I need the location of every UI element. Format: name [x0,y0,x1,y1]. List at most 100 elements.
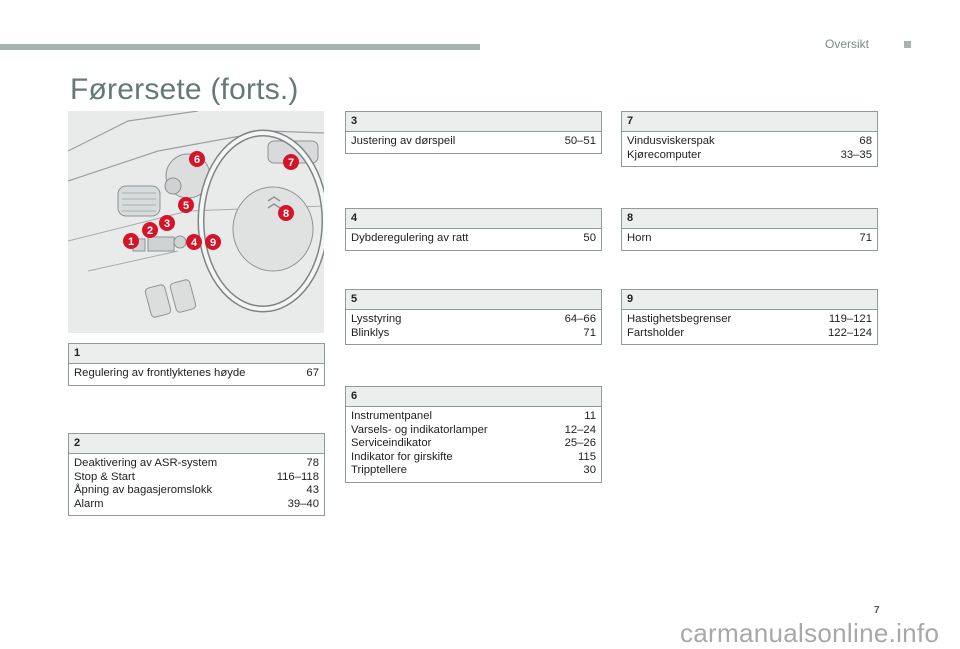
item-label: Regulering av frontlyktenes høyde [74,367,246,379]
reference-box-2: 2 Deaktivering av ASR-system 78 Stop & St… [68,433,325,516]
list-item: Vindusviskerspak 68 [627,135,872,149]
list-item: Tripptellere 30 [351,464,596,478]
list-item: Lysstyring 64–66 [351,313,596,327]
item-pages: 50 [583,232,596,244]
box-number: 9 [622,290,877,310]
item-pages: 43 [306,484,319,496]
watermark: carmanualsonline.info [680,618,940,648]
item-label: Horn [627,232,652,244]
callout-7: 7 [283,154,299,170]
callout-2: 2 [142,222,158,238]
item-pages: 71 [859,232,872,244]
reference-box-7: 7 Vindusviskerspak 68 Kjørecomputer 33–35 [621,111,878,167]
box-number: 5 [346,290,601,310]
svg-text:6: 6 [194,154,200,166]
list-item: Justering av dørspeil 50–51 [351,135,596,149]
item-pages: 50–51 [564,135,596,147]
item-label: Deaktivering av ASR-system [74,457,218,469]
callout-6: 6 [189,151,205,167]
item-pages: 12–24 [564,423,596,436]
list-item: Serviceindikator 25–26 [351,437,596,451]
box-number: 1 [69,344,324,364]
callout-5: 5 [178,197,194,213]
item-label: Stop & Start [74,470,135,483]
item-pages: 68 [859,135,872,147]
item-label: Serviceindikator [351,437,432,449]
item-pages: 33–35 [840,148,872,161]
reference-box-4: 4 Dybderegulering av ratt 50 [345,208,602,251]
callout-9: 9 [205,234,221,250]
reference-box-6: 6 Instrumentpanel 11 Varsels- og indikato… [345,386,602,483]
box-number: 4 [346,209,601,229]
item-label: Instrumentpanel [351,410,433,422]
list-item: Deaktivering av ASR-system 78 [74,457,319,471]
item-pages: 116–118 [276,470,319,483]
page-number: 7 [874,605,880,616]
callout-8: 8 [278,205,294,221]
item-label: Fartsholder [627,326,685,339]
item-label: Tripptellere [351,464,408,476]
list-item: Dybderegulering av ratt 50 [351,232,596,246]
item-label: Vindusviskerspak [627,135,715,147]
page-title: Førersete (forts.) [70,73,299,106]
item-label: Kjørecomputer [627,148,702,161]
item-label: Hastighetsbegrenser [627,313,732,325]
svg-text:5: 5 [183,200,189,212]
list-item: Regulering av frontlyktenes høyde 67 [74,367,319,381]
item-label: Dybderegulering av ratt [351,232,469,244]
item-label: Justering av dørspeil [351,135,456,147]
svg-text:4: 4 [191,237,198,249]
svg-text:9: 9 [210,237,216,249]
item-label: Åpning av bagasjeromslokk [74,484,213,496]
box-number: 3 [346,112,601,132]
item-pages: 25–26 [564,437,596,449]
list-item: Indikator for girskifte 115 [351,451,596,465]
reference-box-1: 1 Regulering av frontlyktenes høyde 67 [68,343,325,386]
reference-box-5: 5 Lysstyring 64–66 Blinklys 71 [345,289,602,345]
svg-text:8: 8 [283,208,289,220]
list-item: Åpning av bagasjeromslokk 43 [74,484,319,498]
item-pages: 11 [584,410,596,422]
section-label: Oversikt [825,37,870,51]
item-label: Varsels- og indikatorlamper [351,423,488,436]
item-pages: 64–66 [564,313,596,325]
callout-4: 4 [186,234,202,250]
list-item: Hastighetsbegrenser 119–121 [627,313,872,327]
reference-box-8: 8 Horn 71 [621,208,878,251]
dashboard-drawing: 1 2 3 4 5 6 7 8 9 [68,111,324,333]
item-label: Blinklys [351,326,390,339]
item-pages: 78 [306,457,319,469]
svg-text:1: 1 [128,236,134,248]
box-number: 7 [622,112,877,132]
item-label: Alarm [74,497,104,510]
svg-text:2: 2 [147,225,153,237]
callout-3: 3 [159,215,175,231]
item-pages: 122–124 [828,326,872,339]
list-item: Blinklys 71 [351,327,596,341]
item-pages: 67 [306,367,319,379]
item-label: Indikator for girskifte [351,450,453,463]
list-item: Instrumentpanel 11 [351,410,596,424]
item-pages: 115 [577,450,596,463]
dashboard-illustration: 1 2 3 4 5 6 7 8 9 [68,111,324,333]
list-item: Kjørecomputer 33–35 [627,149,872,163]
item-pages: 71 [583,326,596,339]
reference-box-9: 9 Hastighetsbegrenser 119–121 Fartsholder… [621,289,878,345]
list-item: Varsels- og indikatorlamper 12–24 [351,424,596,438]
list-item: Alarm 39–40 [74,498,319,512]
list-item: Stop & Start 116–118 [74,471,319,485]
box-number: 8 [622,209,877,229]
box-number: 6 [346,387,601,407]
item-label: Lysstyring [351,313,402,325]
box-number: 2 [69,434,324,454]
item-pages: 119–121 [828,313,872,325]
item-pages: 39–40 [287,497,319,510]
svg-text:7: 7 [288,157,294,169]
callout-1: 1 [123,233,139,249]
header-rule [0,44,480,50]
list-item: Fartsholder 122–124 [627,327,872,341]
reference-box-3: 3 Justering av dørspeil 50–51 [345,111,602,154]
section-marker-icon [904,41,911,48]
svg-text:3: 3 [164,218,170,230]
list-item: Horn 71 [627,232,872,246]
